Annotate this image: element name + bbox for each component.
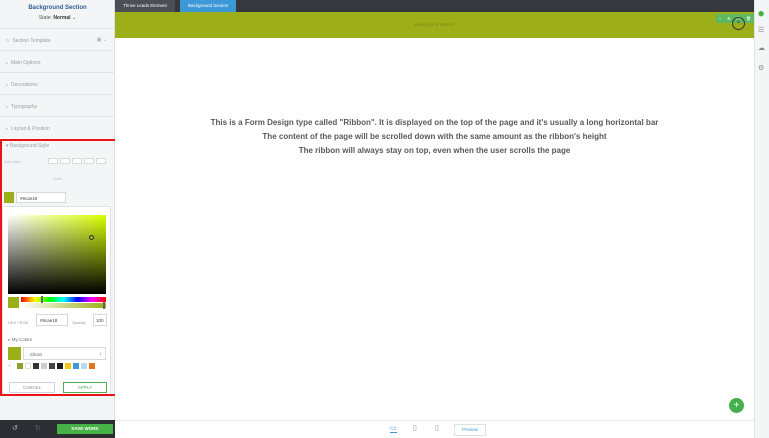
layout-position-label: Layout & Position <box>11 126 50 132</box>
cube-icon[interactable]: ⬢ <box>758 10 764 18</box>
add-element-button[interactable]: + <box>729 398 744 413</box>
description-line: This is a Form Design type called "Ribbo… <box>210 118 659 127</box>
editor-canvas: Background Section + ⚙ ❐ 🗑 × This is a F… <box>115 12 754 420</box>
list-icon[interactable]: ☰ <box>758 26 764 34</box>
right-rail: ⬢ ☰ ☁ ⚙ <box>754 0 769 438</box>
desktop-icon[interactable]: ▭ <box>390 424 397 433</box>
breadcrumb-background-section[interactable]: Background Section <box>180 0 237 12</box>
caret-right-icon: ▸ <box>6 60 9 65</box>
plus-icon[interactable]: + <box>719 16 721 21</box>
editor-app: Background Section State: Normal ⌄ ✎ Sect… <box>0 0 769 438</box>
typography-label: Typography <box>11 104 38 110</box>
highlight-box <box>0 139 117 396</box>
redo-icon[interactable]: ↻ <box>35 424 41 432</box>
gear-icon[interactable]: ⚙ <box>727 16 731 21</box>
trash-icon[interactable]: 🗑 <box>746 16 751 21</box>
section-template-header[interactable]: ✎ Section Template ▣ ⌄ <box>0 28 115 50</box>
caret-right-icon: ▸ <box>6 104 9 109</box>
save-work-button[interactable]: SAVE WORK <box>57 424 113 434</box>
cloud-icon[interactable]: ☁ <box>758 44 765 52</box>
preview-button[interactable]: Preview <box>454 424 486 436</box>
section-template-label: Section Template <box>12 38 51 44</box>
ribbon-section[interactable]: Background Section <box>115 12 754 38</box>
close-icon[interactable]: × <box>732 17 745 30</box>
undo-icon[interactable]: ↺ <box>12 424 18 432</box>
description-line: The content of the page will be scrolled… <box>262 132 607 141</box>
typography-header[interactable]: ▸ Typography <box>0 94 115 116</box>
decorations-label: Decorations <box>11 82 38 88</box>
layout-position-header[interactable]: ▸ Layout & Position <box>0 116 115 138</box>
sidebar-title: Background Section <box>28 5 87 11</box>
template-icon[interactable]: ▣ ⌄ <box>97 37 107 43</box>
decorations-header[interactable]: ▸ Decorations <box>0 72 115 94</box>
device-bar: ▭ ▯ ▯ Preview <box>115 420 754 438</box>
tablet-icon[interactable]: ▯ <box>413 424 417 432</box>
description-line: The ribbon will always stay on top, even… <box>298 146 571 155</box>
bottom-bar: ↺ ↻ SAVE WORK <box>0 420 115 438</box>
wand-icon: ✎ <box>6 38 10 43</box>
caret-right-icon: ▸ <box>6 126 9 131</box>
top-bar: Thrive Leads Element Background Section <box>115 0 754 12</box>
mobile-icon[interactable]: ▯ <box>435 424 439 432</box>
main-options-label: Main Options <box>11 60 41 66</box>
state-label: State: <box>38 15 52 21</box>
caret-right-icon: ▸ <box>6 82 9 87</box>
breadcrumb-thrive-leads[interactable]: Thrive Leads Element <box>115 0 175 12</box>
state-selector[interactable]: State: Normal ⌄ <box>0 15 115 21</box>
chevron-down-icon: ⌄ <box>71 15 77 21</box>
state-value: Normal <box>53 15 71 21</box>
ribbon-label: Background Section <box>414 22 455 27</box>
main-options-header[interactable]: ▸ Main Options <box>0 50 115 72</box>
gear-icon[interactable]: ⚙ <box>758 64 764 72</box>
